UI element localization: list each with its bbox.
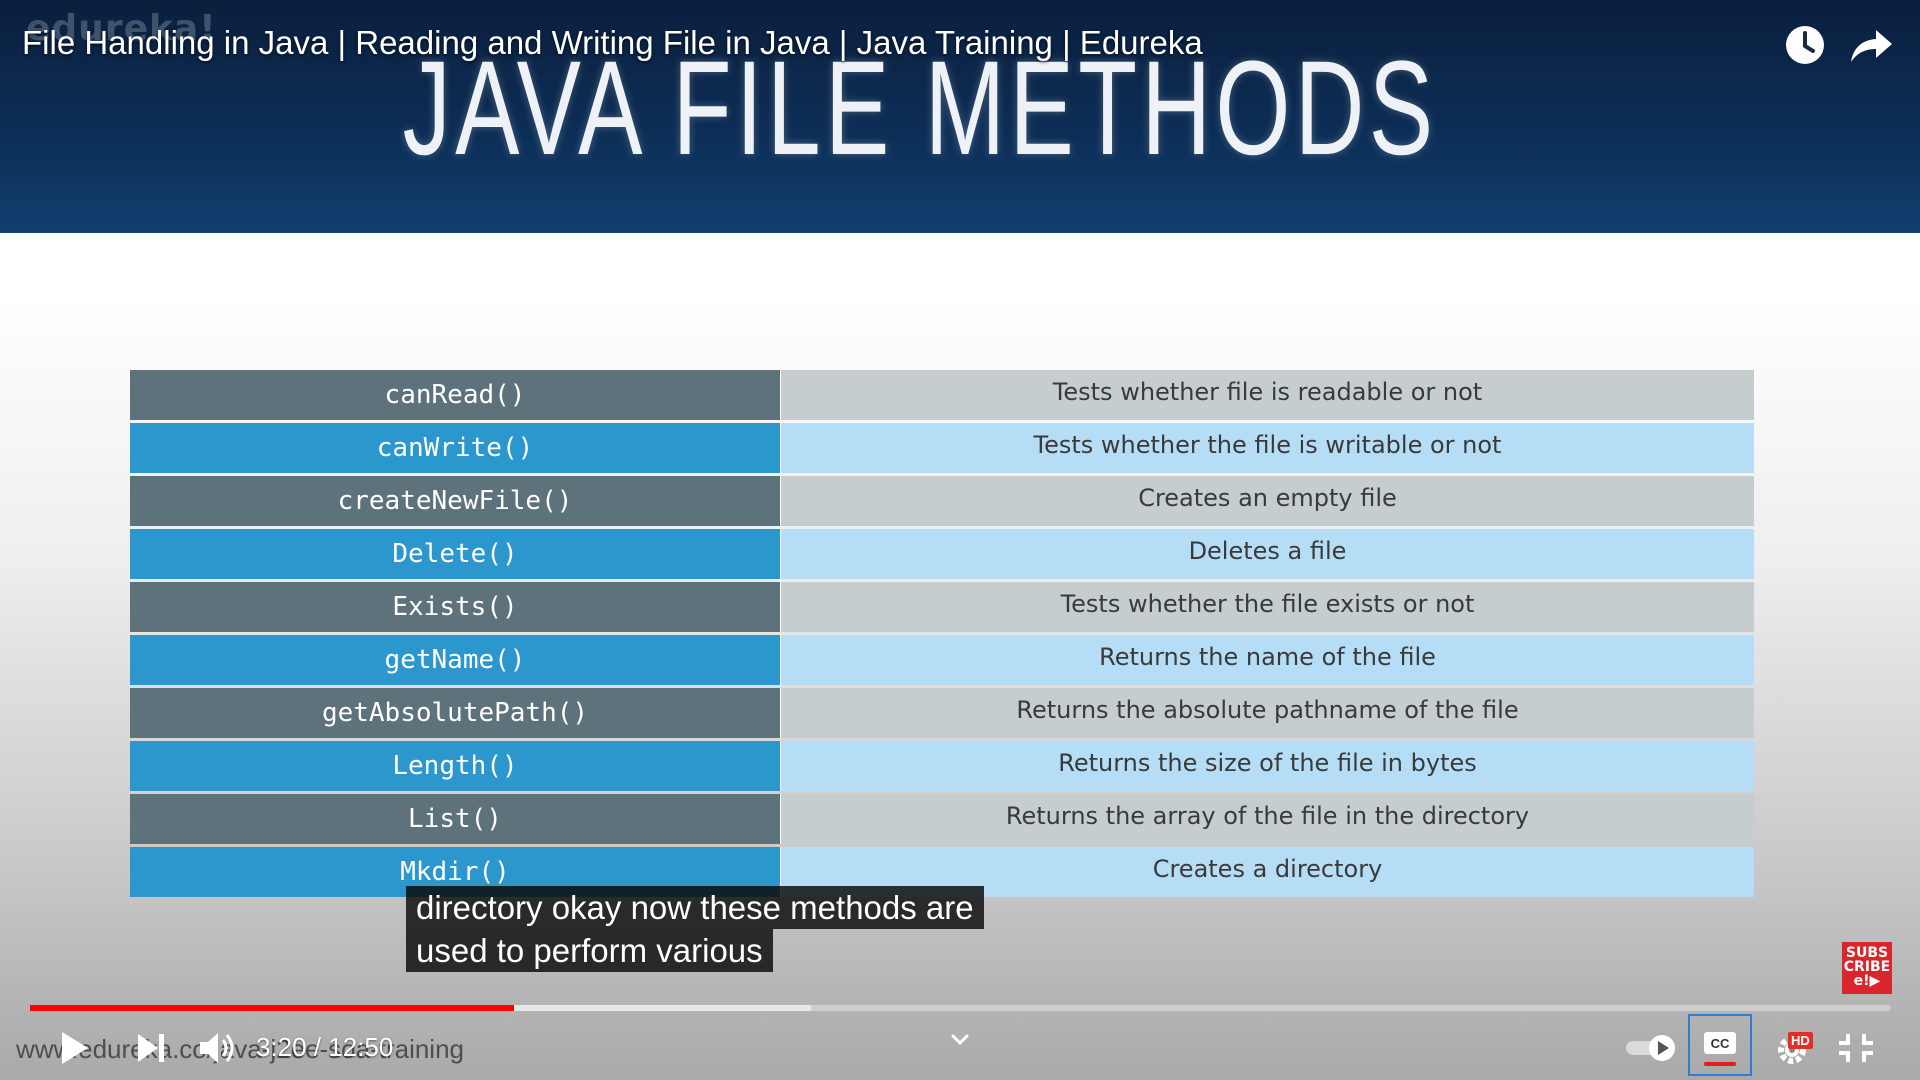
caption-window[interactable]: directory okay now these methods are use…: [406, 886, 984, 972]
share-arrow-icon: [1851, 30, 1892, 62]
methods-table: canRead() Tests whether file is readable…: [130, 370, 1754, 900]
chevron-down-icon: [951, 1034, 969, 1046]
mute-button[interactable]: [194, 1026, 242, 1070]
subscribe-text: SUBS: [1845, 945, 1889, 961]
share-button[interactable]: [1848, 22, 1894, 68]
table-row: getAbsolutePath() Returns the absolute p…: [130, 688, 1754, 738]
table-row: List() Returns the array of the file in …: [130, 794, 1754, 844]
exit-fullscreen-button[interactable]: [1832, 1026, 1880, 1070]
subscribe-watermark[interactable]: SUBS CRIBE e!▶: [1842, 942, 1892, 994]
method-description: Tests whether the file exists or not: [780, 582, 1754, 632]
captions-button[interactable]: CC: [1688, 1014, 1752, 1076]
method-description: Tests whether the file is writable or no…: [780, 423, 1754, 473]
table-row: Delete() Deletes a file: [130, 529, 1754, 579]
duration: 12:50: [328, 1032, 394, 1062]
skip-next-icon: [138, 1034, 164, 1062]
table-row: createNewFile() Creates an empty file: [130, 476, 1754, 526]
cc-icon: CC: [1704, 1032, 1736, 1066]
method-description: Returns the size of the file in bytes: [780, 741, 1754, 791]
table-row: getName() Returns the name of the file: [130, 635, 1754, 685]
autoplay-toggle-icon: [1626, 1035, 1675, 1061]
hd-badge: HD: [1788, 1032, 1813, 1049]
autoplay-toggle[interactable]: [1622, 1026, 1682, 1070]
table-row: canRead() Tests whether file is readable…: [130, 370, 1754, 420]
caption-line: used to perform various: [406, 929, 773, 972]
method-name: canRead(): [130, 370, 780, 420]
chapter-chevron-button[interactable]: [936, 1020, 984, 1060]
method-name: canWrite(): [130, 423, 780, 473]
time-display: 3:20 / 12:50: [256, 1032, 393, 1063]
method-description: Returns the array of the file in the dir…: [780, 794, 1754, 844]
current-time: 3:20: [256, 1032, 307, 1062]
play-icon: [62, 1032, 88, 1064]
exit-fullscreen-icon: [1839, 1034, 1873, 1062]
time-separator: /: [306, 1032, 329, 1062]
table-row: canWrite() Tests whether the file is wri…: [130, 423, 1754, 473]
subscribe-logo: e!▶: [1853, 973, 1881, 989]
method-name: Exists(): [130, 582, 780, 632]
method-name: Length(): [130, 741, 780, 791]
method-name: createNewFile(): [130, 476, 780, 526]
play-button[interactable]: [50, 1026, 98, 1070]
method-description: Returns the absolute pathname of the fil…: [780, 688, 1754, 738]
watch-later-button[interactable]: [1782, 22, 1828, 68]
settings-button[interactable]: HD: [1770, 1026, 1832, 1070]
clock-icon: [1786, 26, 1824, 64]
volume-icon: [200, 1033, 234, 1063]
video-player[interactable]: edureka! JAVA FILE METHODS File Handling…: [0, 0, 1920, 1080]
next-button[interactable]: [128, 1026, 176, 1070]
caption-line: directory okay now these methods are: [406, 886, 984, 929]
table-row: Exists() Tests whether the file exists o…: [130, 582, 1754, 632]
method-description: Deletes a file: [780, 529, 1754, 579]
method-name: getAbsolutePath(): [130, 688, 780, 738]
cc-label: CC: [1711, 1036, 1730, 1051]
table-row: Length() Returns the size of the file in…: [130, 741, 1754, 791]
progress-bar[interactable]: [30, 1005, 1890, 1011]
method-description: Creates an empty file: [780, 476, 1754, 526]
slide-heading: JAVA FILE METHODS: [402, 34, 1438, 183]
method-name: List(): [130, 794, 780, 844]
subscribe-text: CRIBE: [1843, 959, 1891, 975]
method-name: getName(): [130, 635, 780, 685]
method-name: Delete(): [130, 529, 780, 579]
video-title[interactable]: File Handling in Java | Reading and Writ…: [22, 24, 1203, 62]
method-description: Returns the name of the file: [780, 635, 1754, 685]
progress-played: [30, 1005, 514, 1011]
method-description: Tests whether file is readable or not: [780, 370, 1754, 420]
